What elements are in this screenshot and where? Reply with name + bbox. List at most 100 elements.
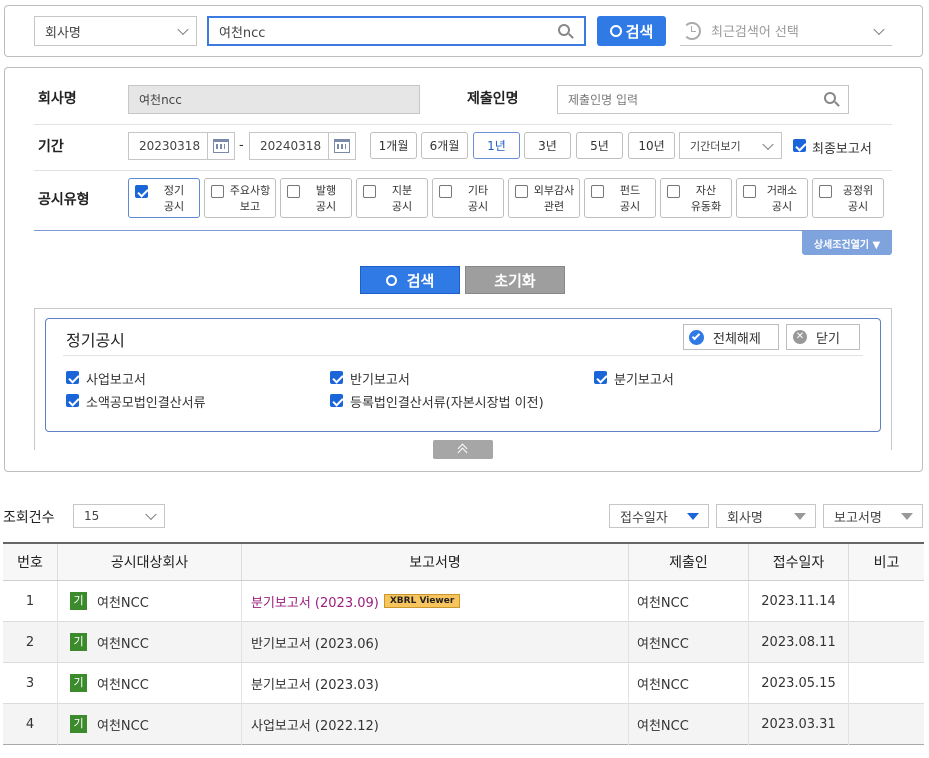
reset-label: 초기화 xyxy=(494,271,536,290)
row-submitter: 여천NCC xyxy=(637,636,689,652)
search-button[interactable]: 검색 xyxy=(597,16,666,46)
search-icon[interactable] xyxy=(824,92,836,104)
caret-down-icon xyxy=(794,513,806,520)
company-field: 여천ncc xyxy=(128,85,420,114)
calendar-icon[interactable] xyxy=(207,133,234,159)
date-to-input[interactable]: 20240318 xyxy=(249,132,356,160)
row-company[interactable]: 기 여천NCC xyxy=(70,622,240,662)
quarter-report-checkbox[interactable] xyxy=(594,371,607,384)
type-exchange-button[interactable]: 거래소 공시 xyxy=(736,178,808,218)
col-divider xyxy=(848,581,849,745)
type-other-line1: 기타 xyxy=(467,184,489,197)
date-from-input[interactable]: 20230318 xyxy=(128,132,235,160)
type-audit-line2: 관련 xyxy=(543,200,565,213)
type-other-button[interactable]: 기타 공시 xyxy=(432,178,504,218)
submitter-placeholder: 제출인명 입력 xyxy=(568,93,639,107)
search-button-label: 검색 xyxy=(625,22,654,41)
type-ftc-button[interactable]: 공정위 공시 xyxy=(812,178,884,218)
submitter-label: 제출인명 xyxy=(467,91,519,107)
row-company-name[interactable]: 여천NCC xyxy=(97,715,149,734)
final-report-checkbox[interactable] xyxy=(793,139,806,152)
date-to-value: 20240318 xyxy=(260,139,322,153)
type-periodic-checkbox xyxy=(135,185,148,198)
period-5year-label: 5년 xyxy=(590,139,609,153)
type-ftc-line1: 공정위 xyxy=(842,184,874,197)
period-1month-button[interactable]: 1개월 xyxy=(370,132,417,159)
period-1year-button[interactable]: 1년 xyxy=(473,132,520,159)
row-report-link[interactable]: 분기보고서 (2023.03) xyxy=(251,674,379,693)
period-5year-button[interactable]: 5년 xyxy=(576,132,623,159)
table-row[interactable]: 4 기 여천NCC 사업보고서 (2022.12) 여천NCC 2023.03.… xyxy=(3,704,924,745)
table-row[interactable]: 2 기 여천NCC 반기보고서 (2023.06) 여천NCC 2023.08.… xyxy=(3,622,924,663)
period-1year-label: 1년 xyxy=(487,139,506,153)
table-row[interactable]: 3 기 여천NCC 분기보고서 (2023.03) 여천NCC 2023.05.… xyxy=(3,663,924,704)
row-submitter: 여천NCC xyxy=(637,677,689,693)
type-other-checkbox xyxy=(439,185,452,198)
detail-conditions-toggle[interactable]: 상세조건열기 ▼ xyxy=(802,231,892,255)
type-exchange-checkbox xyxy=(743,185,756,198)
type-issuance-button[interactable]: 발행 공시 xyxy=(280,178,352,218)
half-year-report-checkbox[interactable] xyxy=(330,371,343,384)
type-major-report-button[interactable]: 주요사항 보고 xyxy=(204,178,276,218)
sort-report-select[interactable]: 보고서명 xyxy=(823,504,923,528)
row-report[interactable]: 분기보고서 (2023.09) XBRL Viewer xyxy=(251,581,627,621)
type-fund-line2: 공시 xyxy=(619,200,641,213)
type-periodic-button[interactable]: 정기 공시 xyxy=(128,178,200,218)
close-button[interactable]: ✕ 닫기 xyxy=(786,324,860,350)
period-6month-button[interactable]: 6개월 xyxy=(421,132,468,159)
sort-company-select[interactable]: 회사명 xyxy=(716,504,816,528)
row-report[interactable]: 반기보고서 (2023.06) xyxy=(251,622,627,662)
row-company-name[interactable]: 여천NCC xyxy=(97,633,149,652)
row-report-link[interactable]: 반기보고서 (2023.06) xyxy=(251,633,379,652)
registered-corp-label: 등록법인결산서류(자본시장법 이전) xyxy=(350,396,544,411)
table-row[interactable]: 1 기 여천NCC 분기보고서 (2023.09) XBRL Viewer 여천… xyxy=(3,581,924,622)
small-offering-label: 소액공모법인결산서류 xyxy=(86,396,206,411)
type-major-report-checkbox xyxy=(211,185,224,198)
period-10year-button[interactable]: 10년 xyxy=(628,132,675,159)
search-scope-value: 회사명 xyxy=(45,25,81,41)
type-audit-button[interactable]: 외부감사 관련 xyxy=(508,178,580,218)
row-company-name[interactable]: 여천NCC xyxy=(97,592,149,611)
row-company-name[interactable]: 여천NCC xyxy=(97,674,149,693)
row-report-link[interactable]: 사업보고서 (2022.12) xyxy=(251,715,379,734)
row-report-link[interactable]: 분기보고서 (2023.09) xyxy=(251,592,379,611)
small-offering-checkbox[interactable] xyxy=(66,394,79,407)
type-stake-button[interactable]: 지분 공시 xyxy=(356,178,428,218)
row-report[interactable]: 분기보고서 (2023.03) xyxy=(251,663,627,703)
registered-corp-checkbox[interactable] xyxy=(330,394,343,407)
sort-date-select[interactable]: 접수일자 xyxy=(609,504,709,528)
submitter-input[interactable]: 제출인명 입력 xyxy=(557,85,849,114)
row-company[interactable]: 기 여천NCC xyxy=(70,663,240,703)
row-no: 3 xyxy=(25,675,35,691)
reset-button[interactable]: 초기화 xyxy=(465,266,565,294)
business-report-checkbox[interactable] xyxy=(66,371,79,384)
type-securitization-button[interactable]: 자산 유동화 xyxy=(660,178,732,218)
row-date: 2023.08.11 xyxy=(761,634,836,650)
type-issuance-checkbox xyxy=(287,185,300,198)
type-issuance-line2: 공시 xyxy=(315,200,337,213)
history-icon xyxy=(683,21,701,40)
date-from-value: 20230318 xyxy=(139,139,201,153)
row-report[interactable]: 사업보고서 (2022.12) xyxy=(251,704,627,744)
form-search-button[interactable]: 검색 xyxy=(360,266,460,294)
xbrl-viewer-badge[interactable]: XBRL Viewer xyxy=(383,594,461,608)
half-year-report-label: 반기보고서 xyxy=(350,373,410,388)
row-company[interactable]: 기 여천NCC xyxy=(70,704,240,744)
col-remarks: 비고 xyxy=(873,554,900,571)
deselect-all-button[interactable]: 전체해제 xyxy=(683,324,779,350)
row-company[interactable]: 기 여천NCC xyxy=(70,581,240,621)
search-icon[interactable] xyxy=(558,24,570,36)
search-scope-select[interactable]: 회사명 xyxy=(34,16,197,46)
row-no: 1 xyxy=(25,593,35,609)
type-fund-button[interactable]: 펀드 공시 xyxy=(584,178,656,218)
col-company: 공시대상회사 xyxy=(110,554,189,571)
form-search-label: 검색 xyxy=(406,271,435,290)
page-size-select[interactable]: 15 xyxy=(73,504,165,528)
recent-search-select[interactable]: 최근검색어 선택 xyxy=(680,16,892,46)
calendar-icon[interactable] xyxy=(328,133,355,159)
period-3year-button[interactable]: 3년 xyxy=(524,132,571,159)
collapse-button[interactable] xyxy=(433,440,493,459)
search-input[interactable]: 여천ncc xyxy=(207,16,586,46)
period-more-select[interactable]: 기간더보기 xyxy=(679,132,782,159)
sort-date-value: 접수일자 xyxy=(620,510,668,526)
